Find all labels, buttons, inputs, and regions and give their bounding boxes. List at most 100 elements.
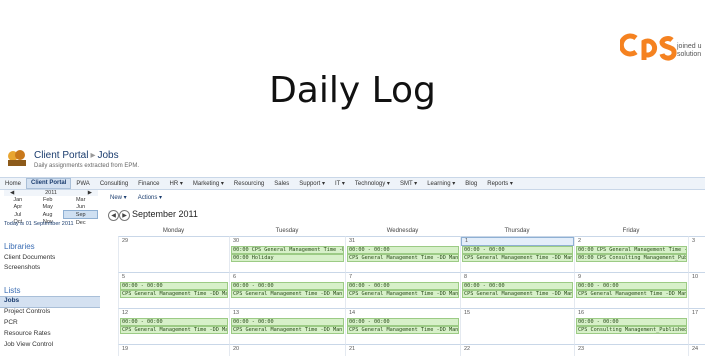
mini-calendar-month[interactable]: Jan [4, 196, 32, 203]
next-year-icon[interactable]: ▶ [88, 190, 92, 196]
calendar-day-cell[interactable]: 19 [118, 344, 229, 356]
calendar-day-cell[interactable]: 20 [229, 344, 345, 356]
calendar-day-cell[interactable]: 29 [118, 236, 229, 272]
topnav-item[interactable]: SMT ▾ [395, 180, 422, 187]
actions-menu[interactable]: Actions ▾ [138, 195, 162, 201]
sidebar-item-resource-rates[interactable]: Resource Rates [4, 330, 51, 337]
calendar-event[interactable]: 00:00 CPS General Management Time -D [576, 246, 687, 254]
calendar-day-cell[interactable]: 21 [345, 344, 460, 356]
calendar-event[interactable]: 00:00 CPS Consulting Management_Publi [576, 254, 687, 262]
calendar-event[interactable]: 00:00 - 00:00 [231, 282, 344, 290]
calendar-day-cell[interactable]: 5 00:00 - 00:00 CPS General Management Tim… [118, 272, 229, 308]
calendar-event[interactable]: CPS General Management Time -DD Man [231, 290, 344, 298]
topnav-item[interactable]: Blog [460, 181, 482, 187]
prev-year-icon[interactable]: ◀ [10, 190, 14, 196]
mini-calendar-month[interactable]: Mar [64, 196, 98, 203]
calendar-day-cell[interactable]: 6 00:00 - 00:00 CPS General Management Tim… [229, 272, 345, 308]
topnav-item[interactable]: Resourcing [229, 181, 269, 187]
calendar-day-cell[interactable]: 8 00:00 - 00:00 CPS General Management Tim… [460, 272, 574, 308]
calendar-day-cell[interactable]: 22 [460, 344, 574, 356]
topnav-item[interactable]: Sales [269, 181, 294, 187]
calendar-day-cell[interactable]: 12 00:00 - 00:00 CPS General Management Ti… [118, 308, 229, 344]
calendar-day-cell[interactable]: 3 [688, 236, 705, 272]
breadcrumb-jobs: Jobs [97, 150, 119, 161]
calendar-day-cell[interactable]: 13 00:00 - 00:00 CPS General Management Ti… [229, 308, 345, 344]
calendar-day-cell[interactable]: 17 [688, 308, 705, 344]
topnav-item[interactable]: Reports ▾ [482, 180, 518, 187]
day-number: 5 [122, 274, 126, 280]
calendar-event[interactable]: CPS General Management Time -DD Man [347, 254, 459, 262]
calendar-event[interactable]: CPS General Management Time -DD Man [120, 290, 228, 298]
calendar-event[interactable]: CPS General Management Time -DD Man [347, 326, 459, 334]
mini-calendar-month[interactable]: Jun [64, 203, 98, 211]
calendar-event[interactable]: 00:00 CPS General Management Time -D [231, 246, 344, 254]
calendar-day-cell[interactable]: 16 00:00 - 00:00 CPS Consulting Management… [574, 308, 688, 344]
previous-month-icon[interactable]: ◀ [108, 210, 119, 221]
calendar-day-cell[interactable]: 14 00:00 - 00:00 CPS General Management Ti… [345, 308, 460, 344]
calendar-event[interactable]: 00:00 - 00:00 [347, 318, 459, 326]
sidebar-item-project-controls[interactable]: Project Controls [4, 308, 50, 315]
calendar-event[interactable]: CPS General Management Time -DD Man [462, 290, 573, 298]
topnav-item[interactable]: Support ▾ [294, 180, 330, 187]
calendar-event[interactable]: CPS Consulting Management_Published - [576, 326, 687, 334]
calendar-event[interactable]: 00:00 Holiday [231, 254, 344, 262]
topnav-item[interactable]: Consulting [95, 181, 133, 187]
calendar-event[interactable]: 00:00 - 00:00 [347, 282, 459, 290]
calendar-event[interactable]: 00:00 - 00:00 [462, 246, 573, 254]
calendar-day-cell[interactable]: 1 00:00 - 00:00 CPS General Management Tim… [460, 236, 574, 272]
calendar-event[interactable]: 00:00 - 00:00 [231, 318, 344, 326]
topnav-item[interactable]: HR ▾ [165, 180, 188, 187]
calendar-event[interactable]: 00:00 - 00:00 [576, 282, 687, 290]
calendar-day-cell[interactable]: 10 [688, 272, 705, 308]
sidebar-item-client-documents[interactable]: Client Documents [4, 254, 55, 261]
mini-calendar-month[interactable]: Sep [63, 210, 98, 219]
topnav-item[interactable]: PWA [71, 181, 94, 187]
today-link[interactable]: Today is 01 September 2011 [4, 221, 74, 227]
calendar-event[interactable]: 00:00 - 00:00 [576, 318, 687, 326]
calendar-day-cell[interactable]: 15 [460, 308, 574, 344]
mini-calendar-month[interactable]: May [32, 203, 64, 211]
calendar-day-cell[interactable]: 2 00:00 CPS General Management Time -D 00:… [574, 236, 688, 272]
day-header: Monday [162, 228, 185, 234]
calendar-event[interactable]: CPS General Management Time -DD Man [120, 326, 228, 334]
mini-calendar-month[interactable]: Apr [4, 203, 32, 211]
sidebar-item-screenshots[interactable]: Screenshots [4, 264, 40, 271]
topnav-item[interactable]: Technology ▾ [350, 180, 395, 187]
topnav-item[interactable]: Finance [133, 181, 164, 187]
calendar-event[interactable]: CPS General Management Time -DD Man [462, 254, 573, 262]
day-number: 22 [464, 346, 471, 352]
lists-heading[interactable]: Lists [4, 286, 20, 295]
calendar-day-cell[interactable]: 30 00:00 CPS General Management Time -D 00… [229, 236, 345, 272]
topnav-item[interactable]: Learning ▾ [422, 180, 460, 187]
calendar-event[interactable]: 00:00 - 00:00 [347, 246, 459, 254]
mini-calendar-month[interactable]: Feb [32, 196, 64, 203]
calendar-day-cell[interactable]: 23 [574, 344, 688, 356]
day-number: 23 [578, 346, 585, 352]
calendar-grid: 29 30 00:00 CPS General Management Time -D… [118, 236, 705, 356]
topnav-item[interactable]: Marketing ▾ [188, 180, 229, 187]
day-number: 3 [692, 238, 696, 244]
calendar-day-cell[interactable]: 24 [688, 344, 705, 356]
sidebar-item-pcr[interactable]: PCR [4, 319, 18, 326]
calendar-event[interactable]: CPS General Management Time -DD Man [347, 290, 459, 298]
calendar-event[interactable]: 00:00 - 00:00 [120, 318, 228, 326]
breadcrumb-client-portal[interactable]: Client Portal [34, 150, 88, 161]
sidebar-item-jobs[interactable]: Jobs [4, 297, 19, 304]
topnav-item[interactable]: Client Portal [26, 178, 72, 189]
site-subtitle: Daily assignments extracted from EPM. [34, 163, 140, 169]
calendar-day-cell[interactable]: 7 00:00 - 00:00 CPS General Management Tim… [345, 272, 460, 308]
calendar-day-cell[interactable]: 9 00:00 - 00:00 CPS General Management Tim… [574, 272, 688, 308]
calendar-event[interactable]: CPS General Management Time -DD Man [576, 290, 687, 298]
sidebar-item-job-view-control[interactable]: Job View Control [4, 341, 53, 348]
next-month-icon[interactable]: ▶ [119, 210, 130, 221]
calendar-event[interactable]: 00:00 - 00:00 [120, 282, 228, 290]
mini-calendar-month[interactable]: Aug [32, 211, 64, 219]
calendar-event[interactable]: CPS General Management Time -DD Man [231, 326, 344, 334]
libraries-heading[interactable]: Libraries [4, 242, 35, 251]
mini-calendar-month[interactable]: Jul [4, 211, 32, 219]
topnav-item[interactable]: Home [0, 181, 26, 187]
calendar-event[interactable]: 00:00 - 00:00 [462, 282, 573, 290]
calendar-day-cell[interactable]: 31 00:00 - 00:00 CPS General Management Ti… [345, 236, 460, 272]
new-menu[interactable]: New ▾ [110, 195, 127, 201]
topnav-item[interactable]: IT ▾ [330, 180, 350, 187]
